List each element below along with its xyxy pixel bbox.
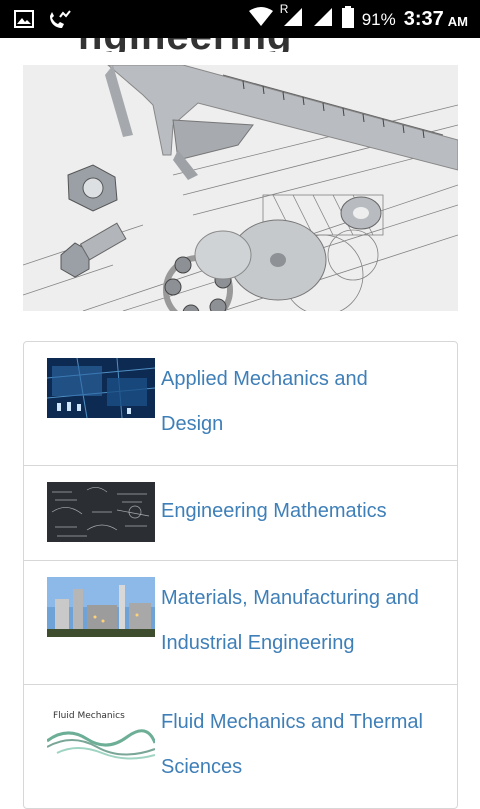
list-item[interactable]: Engineering Mathematics: [24, 466, 457, 561]
fluid-mechanics-thumbnail-caption: Fluid Mechanics: [53, 711, 125, 721]
status-bar: R 91% 3:37 AM: [0, 0, 480, 38]
signal-icon: [312, 6, 334, 33]
wifi-icon: [248, 7, 274, 32]
missed-call-icon: [46, 8, 72, 35]
image-icon: [14, 10, 34, 33]
signal-roaming-icon: R: [280, 2, 304, 33]
clock-ampm: AM: [447, 14, 468, 29]
hero-image: [23, 65, 458, 311]
list-item[interactable]: Applied Mechanics and Design: [24, 342, 457, 466]
battery-icon: [341, 6, 354, 33]
clock-time: 3:37: [403, 8, 444, 30]
page-title-clipped: ngineering: [0, 38, 480, 52]
factory-thumbnail: [47, 577, 155, 637]
battery-percent: 91%: [361, 9, 396, 29]
page-title: ngineering: [78, 38, 292, 52]
category-list: Applied Mechanics and Design Engineering…: [23, 341, 458, 809]
fluid-mechanics-thumbnail: Fluid Mechanics: [47, 701, 155, 761]
list-item[interactable]: Fluid Mechanics Fluid Mechanics and Ther…: [24, 685, 457, 808]
mathematics-thumbnail: [47, 482, 155, 542]
engineering-tools-image: [23, 65, 458, 311]
design-thumbnail: [47, 358, 155, 418]
list-item[interactable]: Materials, Manufacturing and Industrial …: [24, 561, 457, 685]
